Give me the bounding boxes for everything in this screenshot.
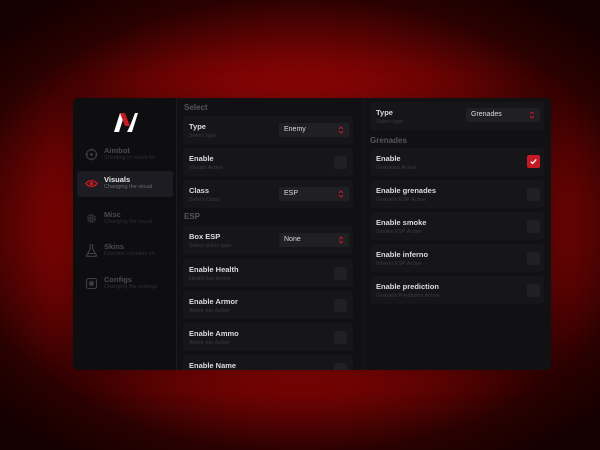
- sidebar-item-label: Visuals: [104, 175, 131, 184]
- row-label: Enable: [189, 154, 214, 163]
- select-value: None: [284, 236, 301, 243]
- updown-arrows-icon: [338, 236, 344, 244]
- type-row: Type Select type Enemy: [183, 116, 353, 144]
- enable-inferno-checkbox[interactable]: [527, 252, 540, 265]
- row-label: Enable Name: [189, 361, 237, 370]
- select-value: Grenades: [471, 111, 502, 118]
- updown-arrows-icon: [338, 190, 344, 198]
- flask-icon: [85, 244, 98, 257]
- row-sublabel: Inferno ESP Active: [376, 261, 422, 267]
- row-sublabel: Select type: [376, 119, 404, 125]
- logo-icon: [114, 113, 138, 132]
- enable-health-checkbox[interactable]: [334, 267, 347, 280]
- row-label: Enable: [376, 154, 401, 163]
- class-row: Class Select Class ESP: [183, 180, 353, 208]
- enable-health-row: Enable Health Health bar Active: [183, 259, 353, 287]
- row-sublabel: Health bar Active: [189, 276, 231, 282]
- box-esp-row: Box ESP Select a box type None: [183, 226, 353, 254]
- sidebar-item-subtitle: Changing the settings: [104, 284, 158, 290]
- enable-grenades-row: Enable grenades Grenade ESP Active: [370, 180, 544, 208]
- enable-armor-row: Enable Armor Armor bar Active: [183, 291, 353, 319]
- row-sublabel: Visuals Active: [189, 165, 223, 171]
- grenade-type-select[interactable]: Grenades: [466, 108, 540, 122]
- enable-inferno-row: Enable inferno Inferno ESP Active: [370, 244, 544, 272]
- updown-arrows-icon: [529, 111, 535, 119]
- sidebar-item-label: Misc: [104, 210, 121, 219]
- row-sublabel: Armor bar Active: [189, 340, 230, 346]
- sidebar-item-aimbot[interactable]: Aimbot Shooting in men's ho: [77, 142, 173, 168]
- enable-prediction-row: Enable prediction Grenade Prediction Act…: [370, 276, 544, 304]
- enable-smoke-checkbox[interactable]: [527, 220, 540, 233]
- row-label: Enable Health: [189, 265, 239, 274]
- enable-armor-checkbox[interactable]: [334, 299, 347, 312]
- gear-icon: [87, 214, 96, 223]
- enable-name-row: Enable Name: [183, 355, 353, 370]
- crosshair-icon: [85, 148, 98, 161]
- eye-icon: [85, 179, 98, 188]
- enable-prediction-checkbox[interactable]: [527, 284, 540, 297]
- sidebar-item-visuals[interactable]: Visuals Changing the visual: [77, 171, 173, 197]
- updown-arrows-icon: [338, 126, 344, 134]
- row-sublabel: Select a box type: [189, 243, 232, 249]
- section-title-select: Select: [184, 103, 208, 112]
- enable-name-checkbox[interactable]: [334, 363, 347, 370]
- sidebar-item-subtitle: Changing the visual: [104, 184, 153, 190]
- class-select[interactable]: ESP: [279, 187, 349, 201]
- row-sublabel: Grenade Prediction Active: [376, 293, 440, 299]
- row-label: Box ESP: [189, 232, 221, 241]
- sidebar-item-subtitle: Shooting in men's ho: [104, 155, 156, 161]
- enable-ammo-checkbox[interactable]: [334, 331, 347, 344]
- row-label: Enable Ammo: [189, 329, 239, 338]
- row-sublabel: Select type: [189, 133, 217, 139]
- row-label: Enable Armor: [189, 297, 238, 306]
- box-icon: [85, 277, 98, 290]
- enable-checkbox[interactable]: [334, 156, 347, 169]
- select-value: ESP: [284, 190, 299, 197]
- enable-row: Enable Visuals Active: [183, 148, 353, 176]
- row-sublabel: Armor bar Active: [189, 308, 230, 314]
- row-sublabel: Grenade ESP Active: [376, 197, 427, 203]
- grenade-type-row: Type Select type Grenades: [370, 102, 544, 130]
- row-label: Enable inferno: [376, 250, 429, 259]
- sidebar-item-label: Configs: [104, 275, 132, 284]
- sidebar-item-misc[interactable]: Misc Changing the visual: [77, 206, 173, 232]
- row-sublabel: Grenades Active: [376, 165, 417, 171]
- box-esp-select[interactable]: None: [279, 233, 349, 247]
- sidebar-item-label: Skins: [104, 242, 125, 251]
- sidebar-item-label: Aimbot: [104, 146, 130, 155]
- select-value: Enemy: [284, 126, 306, 133]
- row-label: Enable grenades: [376, 186, 437, 195]
- checkmark-icon: [530, 158, 537, 165]
- section-title-esp: ESP: [184, 212, 201, 221]
- sidebar-item-configs[interactable]: Configs Changing the settings: [77, 271, 173, 297]
- enable-smoke-row: Enable smoke Smoke ESP Active: [370, 212, 544, 240]
- grenades-enable-checkbox[interactable]: [527, 155, 540, 168]
- enable-grenades-checkbox[interactable]: [527, 188, 540, 201]
- row-label: Enable smoke: [376, 218, 427, 227]
- sidebar-item-subtitle: Changing the visual: [104, 219, 153, 225]
- row-sublabel: Select Class: [189, 197, 220, 203]
- cheat-menu-window: Aimbot Shooting in men's ho Visuals Chan…: [73, 98, 551, 370]
- sidebar: Aimbot Shooting in men's ho Visuals Chan…: [73, 98, 177, 370]
- section-title-grenades: Grenades: [370, 136, 407, 145]
- sidebar-item-skins[interactable]: Skins Function contains ch: [77, 238, 173, 264]
- enable-ammo-row: Enable Ammo Armor bar Active: [183, 323, 353, 351]
- row-sublabel: Smoke ESP Active: [376, 229, 422, 235]
- sidebar-item-subtitle: Function contains ch: [104, 251, 155, 257]
- column-divider: [363, 98, 364, 370]
- row-label: Class: [189, 186, 210, 195]
- type-select[interactable]: Enemy: [279, 123, 349, 137]
- row-label: Type: [189, 122, 206, 131]
- row-label: Enable prediction: [376, 282, 439, 291]
- grenades-enable-row: Enable Grenades Active: [370, 148, 544, 176]
- row-label: Type: [376, 108, 393, 117]
